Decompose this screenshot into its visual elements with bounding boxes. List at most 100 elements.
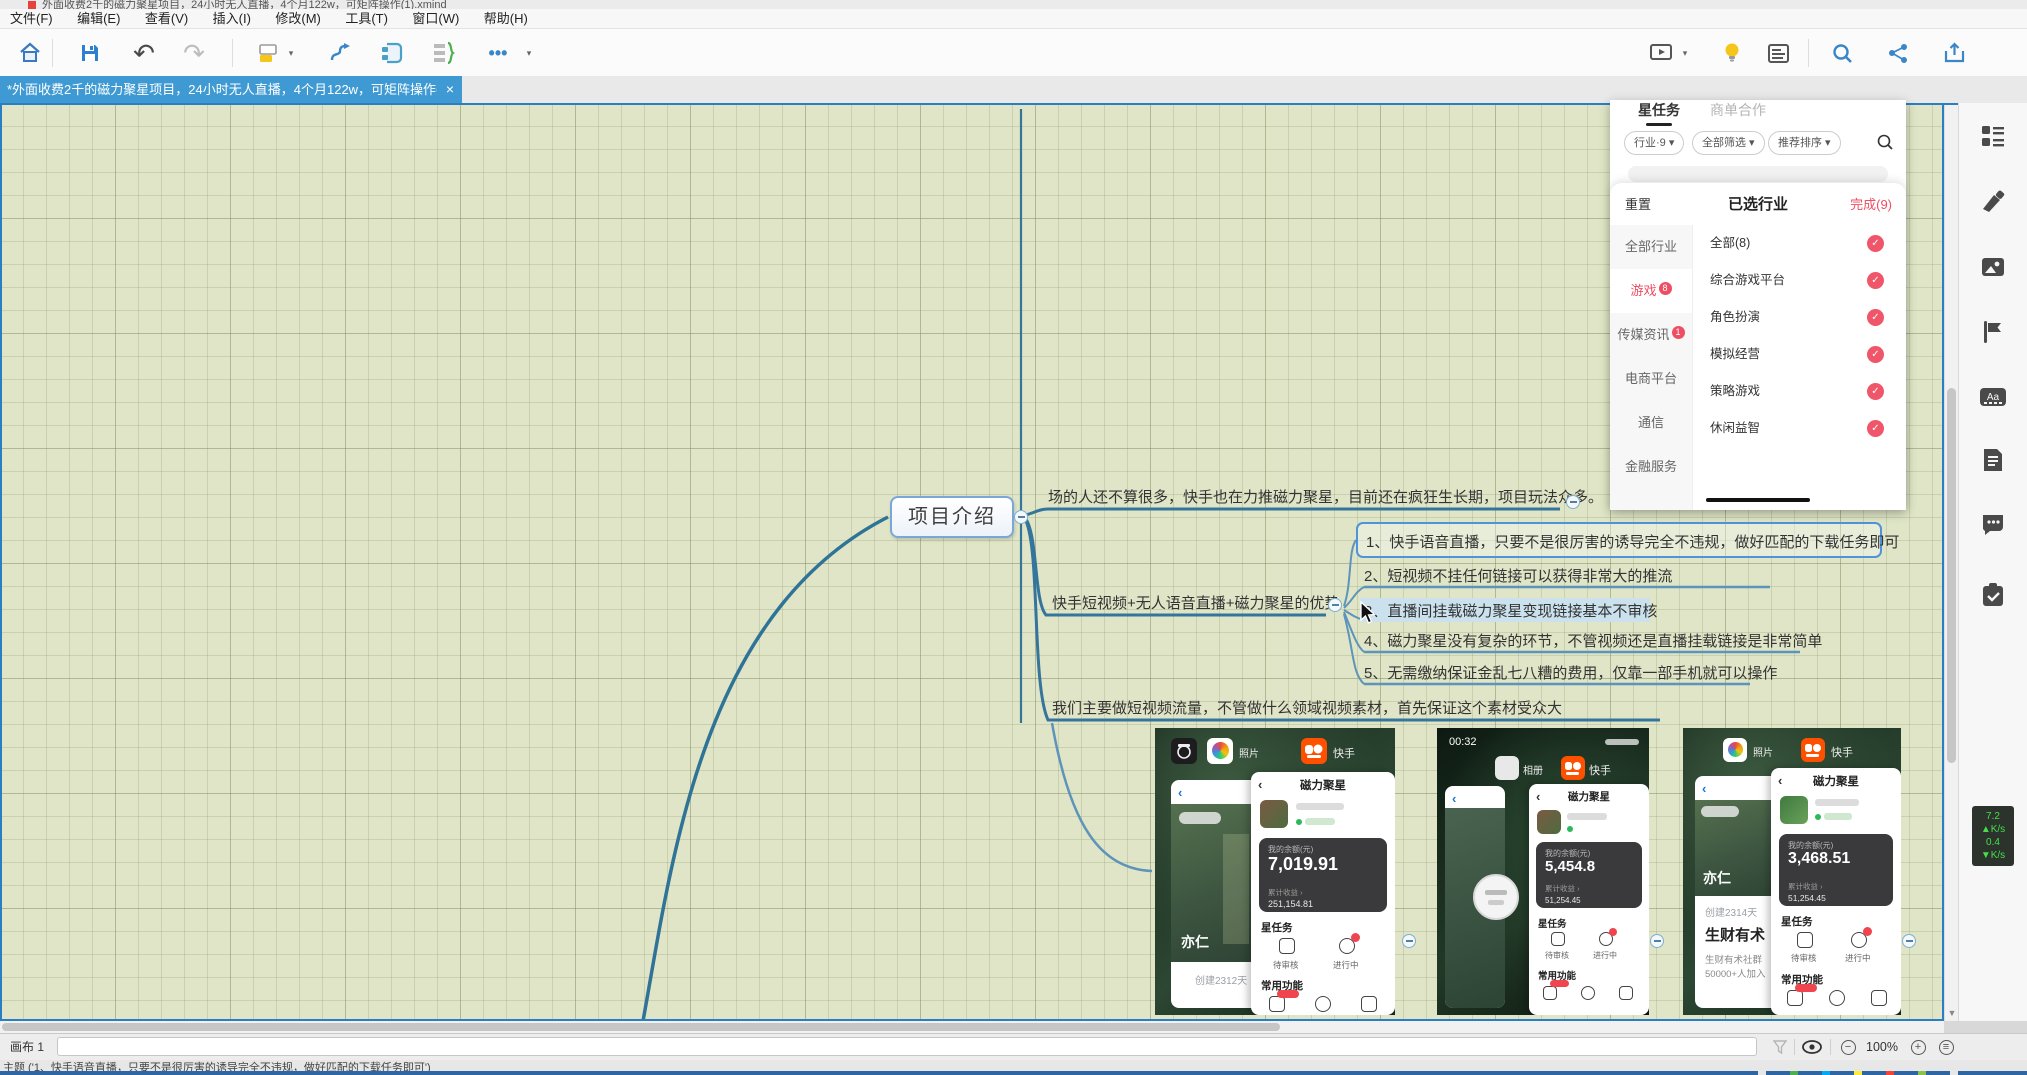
boundary-icon [379, 40, 405, 66]
zoom-in-button[interactable]: + [1908, 1037, 1928, 1057]
relationship-button[interactable] [324, 37, 356, 69]
check-icon [1867, 346, 1884, 363]
boundary-button[interactable] [376, 37, 408, 69]
sheet-tab[interactable]: 画布 1 [10, 1034, 44, 1060]
marker-flag-button[interactable] [1979, 318, 2007, 346]
save-button[interactable] [74, 37, 106, 69]
topic-advantages[interactable]: 快手短视频+无人语音直播+磁力聚星的优势 [1052, 592, 1340, 613]
taskbar-sliver [0, 1071, 2027, 1075]
format-brush-button[interactable] [1979, 188, 2007, 216]
total-label: 累计收益 › [1788, 881, 1823, 892]
home-indicator [1706, 498, 1810, 502]
outline-structure-button[interactable] [1979, 122, 2007, 150]
file-tab-bar: *外面收费2千的磁力聚星项目，24小时无人直播，4个月122w，可矩阵操作(1)… [0, 76, 2027, 103]
menu-help[interactable]: 帮助(H) [474, 9, 538, 28]
horizontal-scrollbar-thumb[interactable] [2, 1023, 1280, 1031]
home-button[interactable] [14, 37, 46, 69]
notes-button[interactable] [1979, 446, 2007, 474]
save-icon [78, 41, 102, 65]
home-icon [18, 41, 42, 65]
presentation-dropdown[interactable]: ▾ [1678, 37, 1692, 69]
style-dropdown[interactable]: ▾ [284, 37, 298, 69]
kuaishou-app-icon [1301, 738, 1327, 764]
collapse-advantages-icon[interactable] [1328, 598, 1342, 612]
taskbar-icon[interactable] [1886, 1071, 1894, 1075]
topic-advantage-4[interactable]: 4、磁力聚星没有复杂的环节，不管视频还是直播挂载链接是非常简单 [1364, 630, 1822, 651]
more-tools-button[interactable]: ••• [482, 37, 514, 69]
comments-button[interactable] [1979, 510, 2007, 538]
undo-button[interactable]: ↶ [128, 37, 160, 69]
menu-window[interactable]: 窗口(W) [402, 9, 469, 28]
zoom-level[interactable]: 100% [1866, 1034, 1898, 1060]
file-tab-active[interactable]: *外面收费2千的磁力聚星项目，24小时无人直播，4个月122w，可矩阵操作(1)… [0, 76, 462, 103]
attached-image-industry-filter[interactable]: 星任务 商单合作 行业·9 ▾ 全部筛选 ▾ 推荐排序 ▾ 重置 已选行业 完成… [1610, 100, 1906, 510]
sticker-text-button[interactable]: Aa [1979, 383, 2007, 411]
zoom-out-button[interactable]: − [1838, 1037, 1858, 1057]
right-sidebar: Aa [1958, 103, 2027, 1021]
share-button[interactable] [1882, 37, 1914, 69]
tab-close-icon[interactable]: × [446, 76, 454, 103]
menu-view[interactable]: 查看(V) [135, 9, 198, 28]
filter-button[interactable] [1770, 1037, 1790, 1057]
idea-button[interactable] [1716, 37, 1748, 69]
topic-advantage-5[interactable]: 5、无需缴纳保证金乱七八糟的费用，仅靠一部手机就可以操作 [1364, 662, 1777, 683]
presentation-button[interactable] [1645, 37, 1677, 69]
horizontal-scrollbar[interactable] [0, 1021, 1944, 1033]
ongoing-badge [1609, 928, 1617, 936]
attached-image-phone-3[interactable]: 照片 快手 ‹ 亦仁 创建2314天 生财有术 生财有术社群 50000+人加入… [1683, 728, 1901, 1015]
menu-insert[interactable]: 插入(I) [203, 9, 261, 28]
status-icons [1605, 739, 1639, 745]
task-clipboard-button[interactable] [1979, 581, 2007, 609]
topic-market[interactable]: 场的人还不算很多，快手也在力推磁力聚星，目前还在疯狂生长期，项目玩法众多。 [1048, 486, 1603, 507]
outline-view-button[interactable] [1762, 37, 1794, 69]
taskbar-icon[interactable] [1950, 1071, 1958, 1075]
brand-text: 生财有术 [1705, 924, 1765, 945]
collapse-image3-icon[interactable] [1902, 934, 1916, 948]
collapse-image1-icon[interactable] [1402, 934, 1416, 948]
chip-sort: 推荐排序 ▾ [1768, 131, 1841, 155]
func-icon-3 [1619, 986, 1633, 1000]
taskbar-icon[interactable] [1822, 1071, 1830, 1075]
preview-eye-button[interactable] [1802, 1037, 1822, 1057]
redo-button[interactable]: ↷ [178, 37, 210, 69]
vertical-scrollbar[interactable]: ▼ [1944, 103, 1958, 1021]
option-strategy: 策略游戏 [1702, 373, 1898, 410]
more-tools-dropdown[interactable]: ▾ [522, 37, 536, 69]
style-button[interactable] [252, 37, 284, 69]
taskbar-icon[interactable] [1918, 1071, 1926, 1075]
selection-status-text: 主题 ('1、快手语音直播，只要不是很厉害的诱导完全不违规，做好匹配的下载任务即… [3, 1060, 431, 1071]
total-value: 51,254.45 [1788, 893, 1826, 903]
collapse-root-icon[interactable] [1014, 510, 1028, 524]
sheet-tab-strip[interactable] [57, 1037, 1757, 1056]
search-button[interactable] [1826, 37, 1858, 69]
menu-file[interactable]: 文件(F) [0, 9, 63, 28]
topic-project-intro[interactable]: 项目介绍 [890, 496, 1014, 538]
export-button[interactable] [1938, 37, 1970, 69]
scroll-down-arrow[interactable]: ▼ [1945, 1007, 1959, 1020]
album-app-label: 相册 [1523, 762, 1543, 777]
industry-sheet: 重置 已选行业 完成(9) 全部行业 游戏8 传媒资讯1 电商平台 通信 金融服… [1610, 183, 1906, 510]
pending-label: 待审核 [1791, 952, 1817, 964]
taskbar-icon[interactable] [1790, 1071, 1798, 1075]
fit-view-button[interactable]: ≡ [1936, 1037, 1956, 1057]
collapse-market-icon[interactable] [1566, 495, 1580, 509]
camera-app-icon [1171, 738, 1197, 764]
menu-edit[interactable]: 编辑(E) [67, 9, 130, 28]
taskbar-icon[interactable] [1854, 1071, 1862, 1075]
menu-modify[interactable]: 修改(M) [265, 9, 331, 28]
xmind-window: 外面收费2千的磁力聚星项目，24小时无人直播，4个月122w，可矩阵操作(1).… [0, 0, 2027, 1075]
category-telecom: 通信 [1610, 401, 1692, 445]
summary-button[interactable] [428, 37, 460, 69]
topic-advantage-1[interactable]: 1、快手语音直播，只要不是很厉害的诱导完全不违规，做好匹配的下载任务即可 [1366, 531, 1899, 552]
collapse-image2-icon[interactable] [1650, 934, 1664, 948]
menu-tools[interactable]: 工具(T) [335, 9, 398, 28]
attached-image-phone-1[interactable]: 照片 快手 ‹ 亦仁 创建2312天 ‹ 磁力聚星 [1155, 728, 1395, 1015]
topic-advantage-2[interactable]: 2、短视频不挂任何链接可以获得非常大的推流 [1364, 565, 1672, 586]
topic-video-strategy[interactable]: 我们主要做短视频流量，不管做什么领域视频素材，首先保证这个素材受众大 [1052, 697, 1562, 718]
category-ecommerce: 电商平台 [1610, 357, 1692, 401]
taskbar-icon[interactable] [1758, 1071, 1766, 1075]
vertical-scrollbar-thumb[interactable] [1947, 388, 1956, 763]
attached-image-phone-2[interactable]: 00:32 相册 快手 ‹ ‹ 磁力聚星 [1437, 728, 1649, 1015]
topic-advantage-3[interactable]: 3、直播间挂载磁力聚星变现链接基本不审核 [1364, 600, 1657, 621]
insert-image-button[interactable] [1979, 253, 2007, 281]
